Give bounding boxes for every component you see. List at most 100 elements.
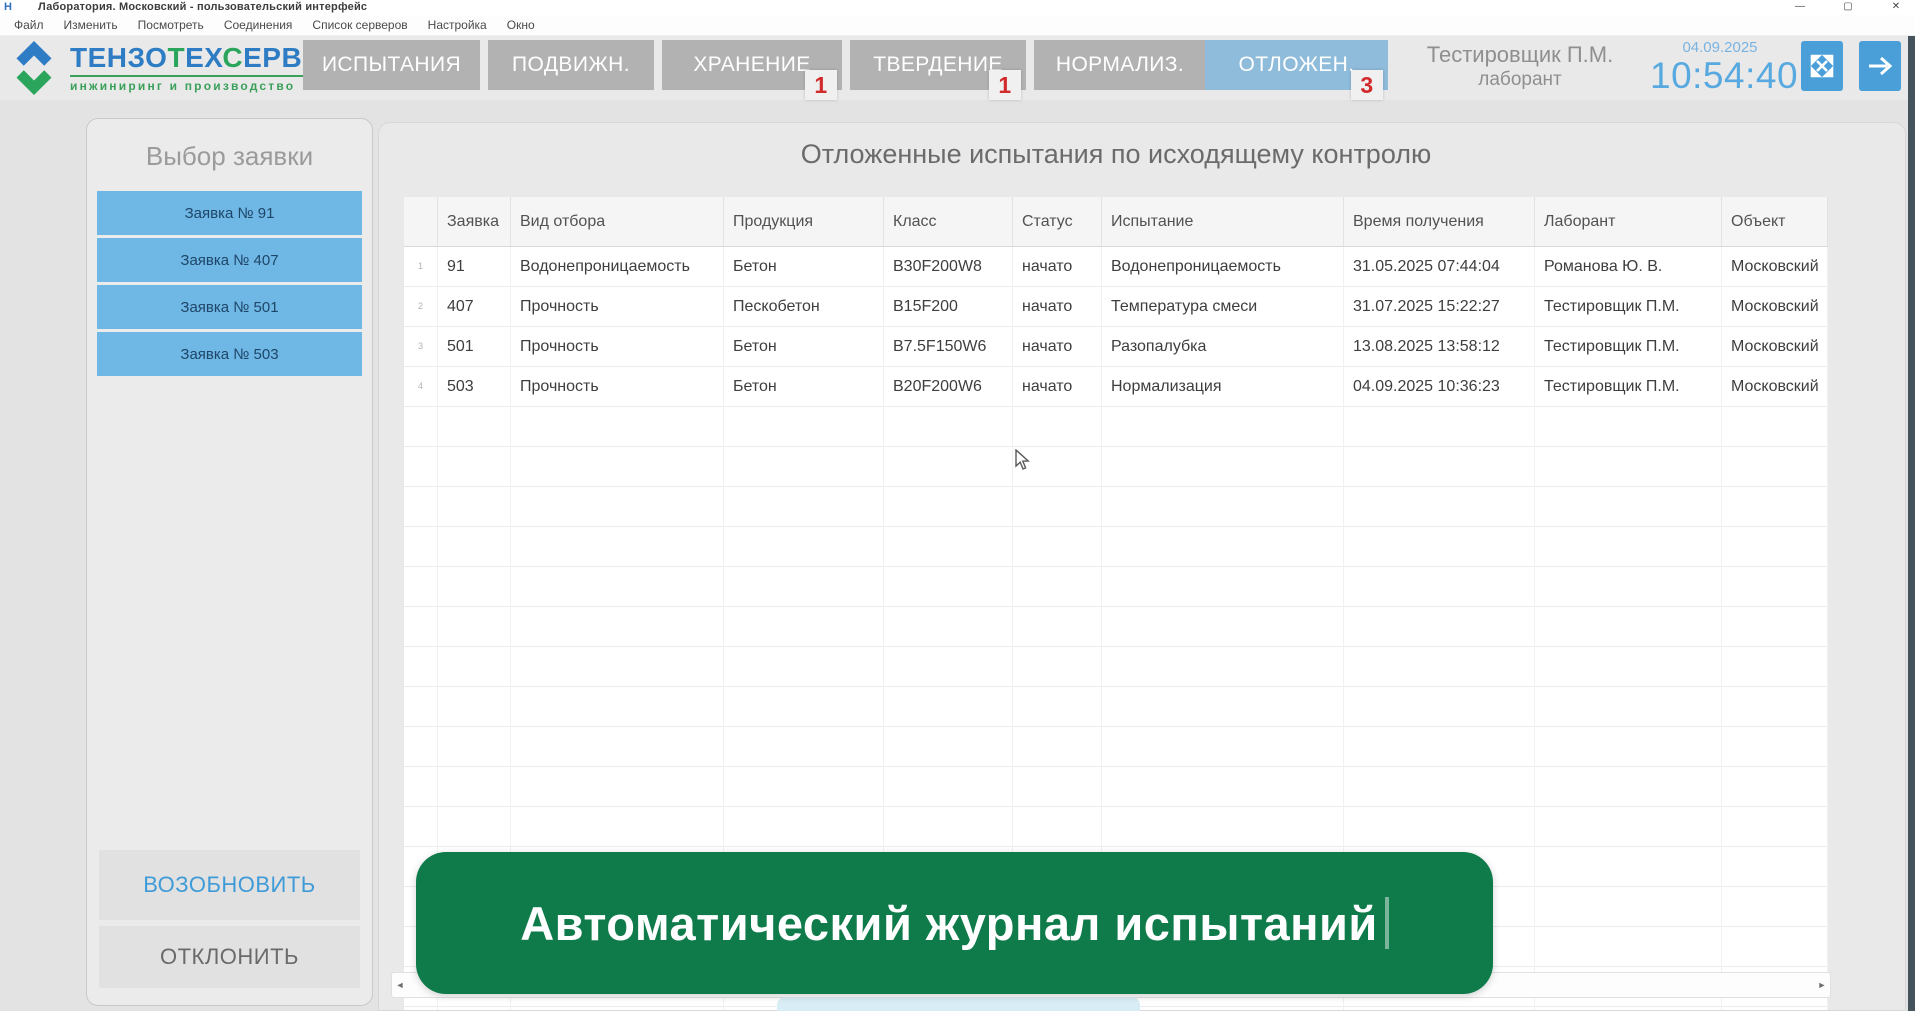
window-edge: [1908, 36, 1915, 1011]
nav-tab[interactable]: ХРАНЕНИЕ1: [662, 40, 842, 90]
empty-table-row: [404, 767, 1828, 807]
table-cell: B20F200W6: [884, 367, 1013, 407]
table-cell: 501: [438, 327, 511, 367]
table-cell: Бетон: [724, 327, 884, 367]
nav-tab[interactable]: ИСПЫТАНИЯ: [303, 40, 480, 90]
nav-tab[interactable]: ТВЕРДЕНИЕ1: [850, 40, 1026, 90]
column-header: Вид отбора: [511, 197, 724, 247]
fullscreen-button[interactable]: [1801, 41, 1843, 91]
nav-tab[interactable]: НОРМАЛИЗ.: [1034, 40, 1206, 90]
empty-table-row: [404, 407, 1828, 447]
menu-item[interactable]: Список серверов: [302, 15, 417, 35]
table-cell: [1013, 727, 1102, 767]
table-cell: [1535, 447, 1722, 487]
table-cell: [1535, 927, 1722, 967]
nav-tab-label: ПОДВИЖН.: [512, 53, 630, 77]
table-cell: [1102, 567, 1344, 607]
table-cell: [511, 647, 724, 687]
table-cell: Прочность: [511, 327, 724, 367]
table-row[interactable]: 191ВодонепроницаемостьБетонB30F200W8нача…: [404, 247, 1828, 287]
table-cell: [1344, 647, 1535, 687]
scroll-right-arrow-icon[interactable]: ►: [1814, 973, 1830, 997]
menu-item[interactable]: Настройка: [418, 15, 497, 35]
menu-item[interactable]: Посмотреть: [128, 15, 214, 35]
table-cell: [724, 527, 884, 567]
nav-tab[interactable]: ПОДВИЖН.: [488, 40, 654, 90]
page-title: Отложенные испытания по исходящему контр…: [404, 139, 1828, 170]
empty-table-row: [404, 487, 1828, 527]
table-cell: [724, 807, 884, 847]
table-cell: 31.05.2025 07:44:04: [1344, 247, 1535, 287]
table-cell: Прочность: [511, 287, 724, 327]
column-header: Класс: [884, 197, 1013, 247]
menu-item[interactable]: Окно: [497, 15, 545, 35]
table-cell: [1344, 727, 1535, 767]
table-cell: [438, 527, 511, 567]
menu-item[interactable]: Файл: [4, 15, 54, 35]
sidebar-title: Выбор заявки: [87, 141, 372, 172]
table-cell: [1535, 847, 1722, 887]
empty-table-row: [404, 447, 1828, 487]
table-cell: [1722, 927, 1828, 967]
empty-table-row: [404, 727, 1828, 767]
nav-tab[interactable]: ОТЛОЖЕН.3: [1205, 40, 1388, 90]
maximize-button[interactable]: ▢: [1833, 0, 1863, 15]
table-cell: 31.07.2025 15:22:27: [1344, 287, 1535, 327]
table-cell: [511, 447, 724, 487]
request-button[interactable]: Заявка № 503: [97, 332, 362, 376]
table-cell: [1344, 487, 1535, 527]
table-cell: [884, 807, 1013, 847]
clock: 04.09.2025 10:54:40: [1650, 39, 1790, 96]
table-cell: [404, 807, 438, 847]
minimize-button[interactable]: —: [1785, 0, 1815, 15]
table-cell: [1722, 727, 1828, 767]
table-row[interactable]: 2407ПрочностьПескобетонB15F200начатоТемп…: [404, 287, 1828, 327]
table-cell: Московский: [1722, 367, 1828, 407]
resume-button[interactable]: ВОЗОБНОВИТЬ: [99, 850, 360, 920]
table-row[interactable]: 3501ПрочностьБетонB7.5F150W6начатоРазопа…: [404, 327, 1828, 367]
table-row[interactable]: 4503ПрочностьБетонB20F200W6начатоНормали…: [404, 367, 1828, 407]
table-cell: [1344, 567, 1535, 607]
table-cell: [884, 487, 1013, 527]
table-cell: [438, 687, 511, 727]
logout-button[interactable]: [1859, 41, 1901, 91]
table-cell: Тестировщик П.М.: [1535, 327, 1722, 367]
request-button[interactable]: Заявка № 501: [97, 285, 362, 329]
table-cell: Температура смеси: [1102, 287, 1344, 327]
table-cell: [724, 447, 884, 487]
table-cell: [1102, 447, 1344, 487]
table-cell: Водонепроницаемость: [511, 247, 724, 287]
row-number-cell: 4: [404, 367, 438, 407]
menu-item[interactable]: Соединения: [214, 15, 303, 35]
table-cell: [884, 447, 1013, 487]
table-cell: начато: [1013, 367, 1102, 407]
decline-button[interactable]: ОТКЛОНИТЬ: [99, 926, 360, 988]
table-cell: Тестировщик П.М.: [1535, 287, 1722, 327]
table-cell: [1722, 487, 1828, 527]
table-cell: [1102, 607, 1344, 647]
table-cell: [1344, 527, 1535, 567]
table-cell: [884, 607, 1013, 647]
table-cell: [1102, 727, 1344, 767]
clock-time: 10:54:40: [1650, 56, 1790, 96]
header: ТЕНЗОТЕХСЕРВИС инжиниринг и производство…: [0, 36, 1915, 100]
menu-item[interactable]: Изменить: [54, 15, 128, 35]
request-button[interactable]: Заявка № 91: [97, 191, 362, 235]
table-cell: Бетон: [724, 247, 884, 287]
request-list: Заявка № 91Заявка № 407Заявка № 501Заявк…: [97, 191, 362, 379]
scroll-left-arrow-icon[interactable]: ◄: [392, 973, 408, 997]
request-button[interactable]: Заявка № 407: [97, 238, 362, 282]
table-cell: [438, 407, 511, 447]
table-cell: [884, 527, 1013, 567]
user-role: лаборант: [1400, 68, 1640, 92]
table-cell: Пескобетон: [724, 287, 884, 327]
row-number-cell: 1: [404, 247, 438, 287]
close-button[interactable]: ✕: [1881, 0, 1911, 15]
table-cell: 04.09.2025 10:36:23: [1344, 367, 1535, 407]
table-cell: [1102, 647, 1344, 687]
tab-badge: 1: [805, 70, 837, 100]
table-cell: [1344, 1007, 1535, 1011]
table-cell: [404, 687, 438, 727]
mouse-cursor: [1014, 449, 1034, 471]
table-cell: Московский: [1722, 287, 1828, 327]
